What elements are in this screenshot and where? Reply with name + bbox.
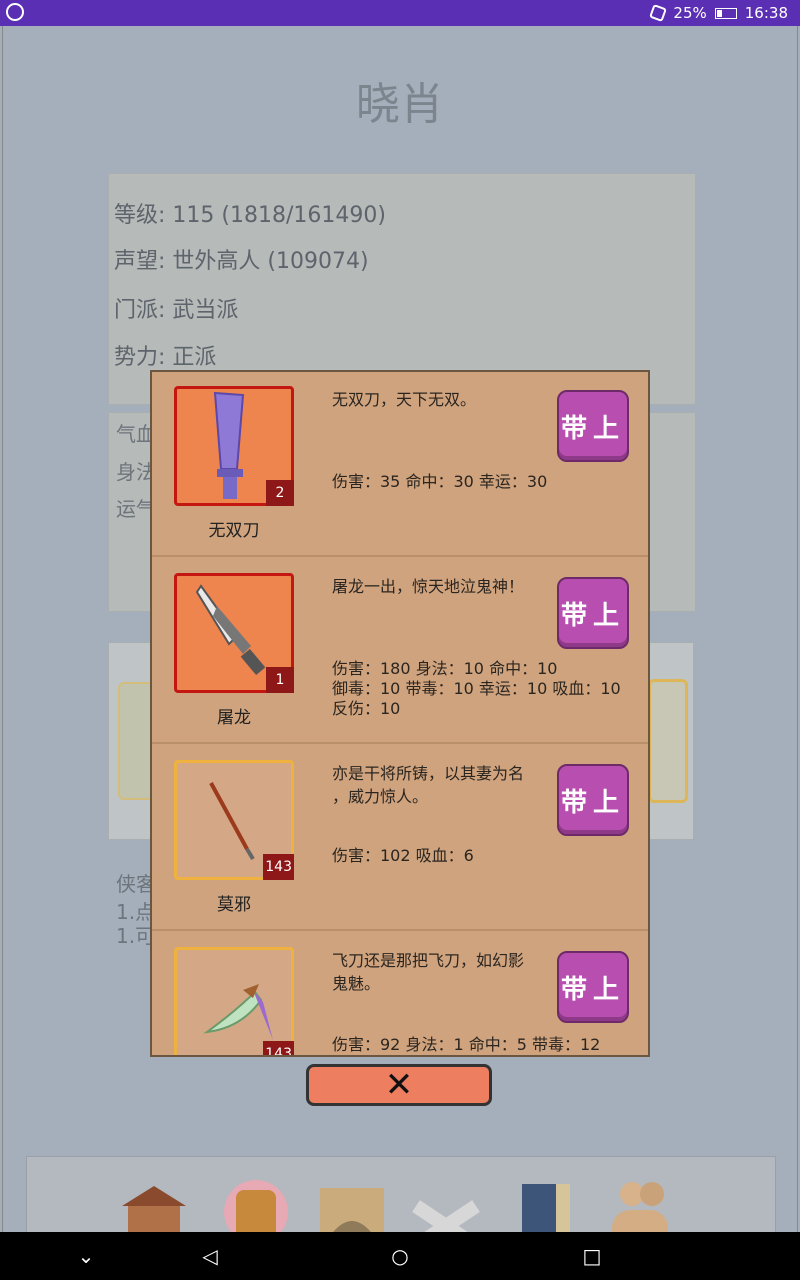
level-text: 等级: 115 (1818/161490) <box>114 203 386 228</box>
battery-percent: 25% <box>673 4 707 22</box>
weapon-description: 无双刀，天下无双。 <box>332 390 477 409</box>
notification-face-icon <box>6 3 24 21</box>
weapon-description-line-1: 亦是干将所铸，以其妻为名 <box>332 764 525 783</box>
item-count-badge: 1 <box>266 667 294 693</box>
weapon-item: 143 飞刀还是那把飞刀，如幻影 鬼魅。 伤害：92 身法：1 命中：5 带毒：… <box>152 933 648 1055</box>
nav-collapse-icon[interactable]: ⌄ <box>56 1232 116 1280</box>
weapon-name: 屠龙 <box>217 708 251 728</box>
status-bar: 25% 16:38 <box>0 0 800 26</box>
weapon-description-line-2: 鬼魅。 <box>332 974 381 993</box>
weapon-stats: 伤害：102 吸血：6 <box>332 846 474 865</box>
rotate-icon <box>649 4 668 22</box>
weapon-icon-frame[interactable]: 1 <box>174 573 294 693</box>
weapon-item: 1 屠龙 屠龙一出，惊天地泣鬼神！ 伤害：180 身法：10 命中：10 御毒：… <box>152 559 648 744</box>
system-nav-bar: ⌄ ◁ ○ □ <box>0 1232 800 1280</box>
equip-button[interactable]: 带上 <box>557 577 629 649</box>
equip-button[interactable]: 带上 <box>557 390 629 462</box>
item-count-badge: 143 <box>263 1041 294 1055</box>
nav-recents-icon[interactable]: □ <box>562 1232 622 1280</box>
nav-back-icon[interactable]: ◁ <box>180 1232 240 1280</box>
weapon-select-dialog: 2 无双刀 无双刀，天下无双。 伤害：35 命中：30 幸运：30 带上 1 屠… <box>150 370 650 1057</box>
fame-text: 声望: 世外高人 (109074) <box>114 249 369 274</box>
weapon-icon-frame[interactable]: 2 <box>174 386 294 506</box>
faction-text: 势力: 正派 <box>114 345 217 370</box>
close-icon: ✕ <box>384 1065 414 1105</box>
weapon-stats: 伤害：35 命中：30 幸运：30 <box>332 472 548 491</box>
item-count-badge: 143 <box>263 854 294 880</box>
weapon-name: 无双刀 <box>208 521 260 541</box>
sect-text: 门派: 武当派 <box>114 298 239 323</box>
weapon-item: 143 莫邪 亦是干将所铸，以其妻为名 ，威力惊人。 伤害：102 吸血：6 带… <box>152 746 648 931</box>
clock: 16:38 <box>744 4 788 22</box>
page-title: 晓肖 <box>356 79 444 130</box>
item-count-badge: 2 <box>266 480 294 506</box>
equipment-slot-right[interactable] <box>648 679 688 803</box>
weapon-icon-frame[interactable]: 143 <box>174 947 294 1055</box>
weapon-stats-line-3: 反伤：10 <box>332 699 401 718</box>
weapon-stats-line-2: 御毒：10 带毒：10 幸运：10 吸血：10 <box>332 679 621 698</box>
weapon-stats: 伤害：92 身法：1 命中：5 带毒：12 <box>332 1035 601 1054</box>
equip-button[interactable]: 带上 <box>557 764 629 836</box>
equip-button[interactable]: 带上 <box>557 951 629 1023</box>
weapon-description-line-2: ，威力惊人。 <box>332 787 429 806</box>
weapon-item: 2 无双刀 无双刀，天下无双。 伤害：35 命中：30 幸运：30 带上 <box>152 372 648 557</box>
nav-home-icon[interactable]: ○ <box>370 1232 430 1280</box>
close-dialog-button[interactable]: ✕ <box>306 1064 492 1106</box>
weapon-description: 屠龙一出，惊天地泣鬼神！ <box>332 577 525 596</box>
weapon-description-line-1: 飞刀还是那把飞刀，如幻影 <box>332 951 525 970</box>
weapon-icon-frame[interactable]: 143 <box>174 760 294 880</box>
weapon-name: 莫邪 <box>217 895 251 915</box>
weapon-stats-line-1: 伤害：180 身法：10 命中：10 <box>332 659 558 678</box>
battery-icon <box>714 7 737 19</box>
